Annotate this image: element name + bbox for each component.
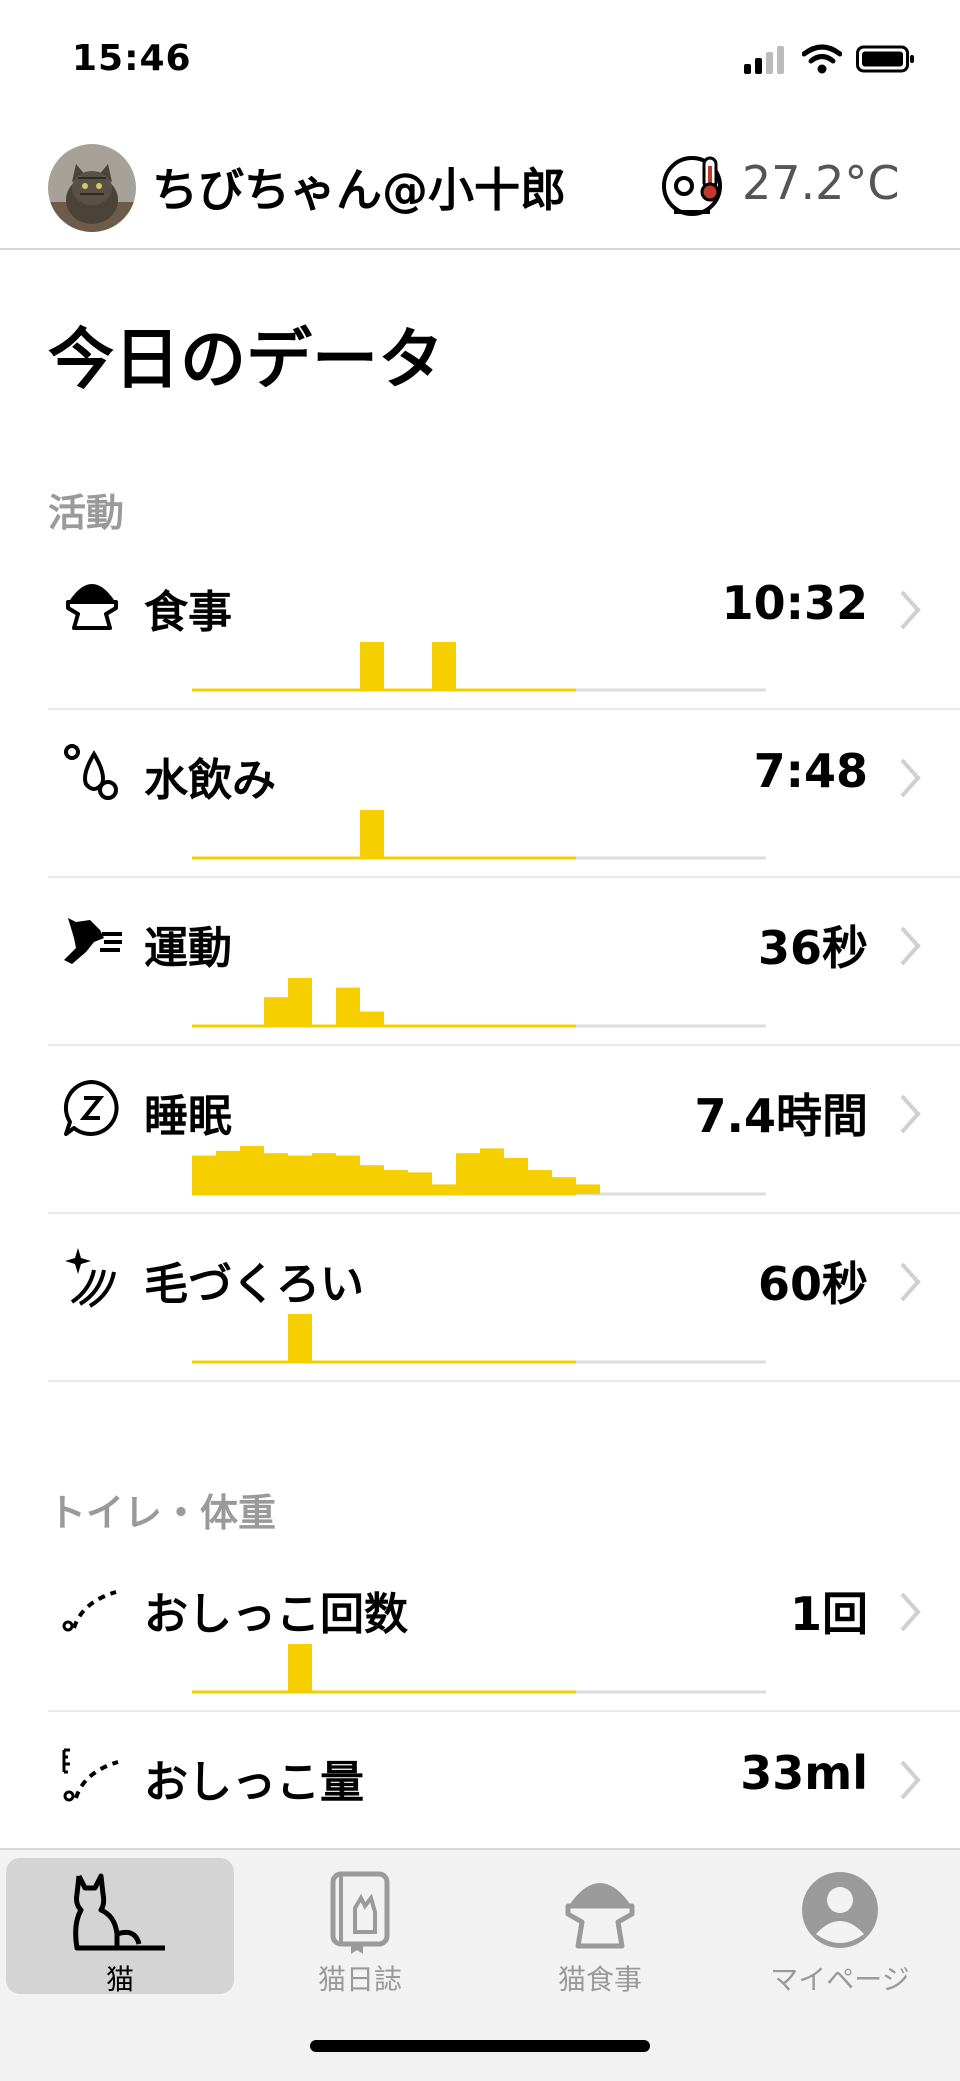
chart-bar: [504, 1158, 528, 1194]
row-grooming[interactable]: 毛づくろい 60秒: [48, 1212, 960, 1382]
pee-count-icon: [62, 1590, 117, 1632]
mini-chart: [192, 642, 766, 692]
water-drops-icon: [64, 744, 118, 800]
chart-bar: [336, 1155, 360, 1194]
chart-bar: [216, 1150, 240, 1194]
cat-icon: [73, 1873, 165, 1951]
tab-cat-food[interactable]: 猫食事: [486, 1858, 714, 1996]
row-sleep[interactable]: 睡眠 7.4時間: [48, 1044, 960, 1214]
food-bowl-icon: [66, 584, 118, 630]
thermometer-device-icon[interactable]: [660, 150, 730, 220]
cat-name[interactable]: ちびちゃん@小十郎: [152, 154, 566, 220]
chart-bar: [312, 1153, 336, 1194]
pee-volume-icon: [62, 1748, 119, 1802]
row-value: 36秒: [757, 921, 868, 975]
tab-diary[interactable]: 猫日誌: [246, 1858, 474, 1996]
row-value: 33ml: [740, 1746, 868, 1800]
tab-label: 猫: [105, 1963, 134, 1996]
chart-bar: [360, 1011, 384, 1026]
mini-chart: [192, 1146, 766, 1196]
home-indicator[interactable]: [310, 2040, 650, 2052]
status-icons: [744, 44, 916, 74]
chart-bar: [576, 1184, 600, 1194]
running-cat-icon: [64, 918, 122, 964]
page-title: 今日のデータ: [48, 321, 444, 398]
section-label-activity: 活動: [48, 491, 125, 535]
chevron-right-icon: [900, 590, 921, 630]
chevron-right-icon: [900, 1262, 921, 1302]
chart-bar: [480, 1148, 504, 1194]
mini-chart: [192, 810, 766, 860]
user-icon: [802, 1872, 878, 1948]
tab-cat[interactable]: 猫: [6, 1858, 234, 1996]
food-bowl-icon: [565, 1883, 635, 1949]
row-exercise[interactable]: 運動 36秒: [48, 876, 960, 1046]
row-pee-count[interactable]: おしっこ回数 1回: [48, 1542, 960, 1712]
grooming-sparkle-icon: [65, 1248, 116, 1308]
room-temperature: 27.2°C: [742, 156, 900, 210]
mini-chart: [192, 978, 766, 1028]
mini-chart: [192, 1314, 766, 1364]
chart-bar: [264, 997, 288, 1026]
cat-avatar[interactable]: [48, 144, 136, 232]
chart-bar: [456, 1153, 480, 1194]
chart-bar: [288, 978, 312, 1026]
chart-bar: [432, 642, 456, 690]
chart-bar: [288, 1644, 312, 1692]
section-label-toilet: トイレ・体重: [48, 1491, 277, 1535]
wifi-icon: [802, 44, 842, 74]
row-meal[interactable]: 食事 10:32: [48, 540, 960, 710]
row-value: 1回: [789, 1587, 868, 1641]
tab-label: 猫日誌: [317, 1963, 402, 1996]
header: ちびちゃん@小十郎 27.2°C: [0, 120, 960, 250]
chart-bar: [360, 642, 384, 690]
row-value: 60秒: [757, 1257, 868, 1311]
chart-bar: [528, 1170, 552, 1194]
chart-bar: [192, 1155, 216, 1194]
signal-icon: [744, 46, 784, 74]
chart-bar: [288, 1314, 312, 1362]
chart-bar: [552, 1177, 576, 1194]
chart-bar: [432, 1184, 456, 1194]
sleep-z-icon: [63, 1079, 119, 1136]
chart-bar: [384, 1170, 408, 1194]
chart-bar: [408, 1172, 432, 1194]
chevron-right-icon: [900, 1760, 921, 1800]
chevron-right-icon: [900, 1094, 921, 1134]
status-time: 15:46: [72, 38, 192, 79]
mini-chart: [192, 1644, 766, 1694]
chart-bar: [288, 1155, 312, 1194]
row-label: おしっこ量: [144, 1757, 364, 1808]
chevron-right-icon: [900, 1592, 921, 1632]
status-bar: 15:46: [0, 0, 960, 120]
chart-bar: [360, 810, 384, 858]
battery-icon: [856, 45, 914, 73]
tab-my-page[interactable]: マイページ: [726, 1858, 954, 1996]
chart-bar: [264, 1153, 288, 1194]
row-value: 7:48: [753, 744, 868, 798]
tab-label: マイページ: [770, 1963, 910, 1996]
chart-bar: [240, 1146, 264, 1194]
tab-label: 猫食事: [557, 1963, 642, 1996]
chart-bar: [360, 1165, 384, 1194]
row-water[interactable]: 水飲み 7:48: [48, 708, 960, 878]
chart-bar: [336, 987, 360, 1026]
chevron-right-icon: [900, 926, 921, 966]
chevron-right-icon: [900, 758, 921, 798]
diary-icon: [330, 1871, 390, 1954]
